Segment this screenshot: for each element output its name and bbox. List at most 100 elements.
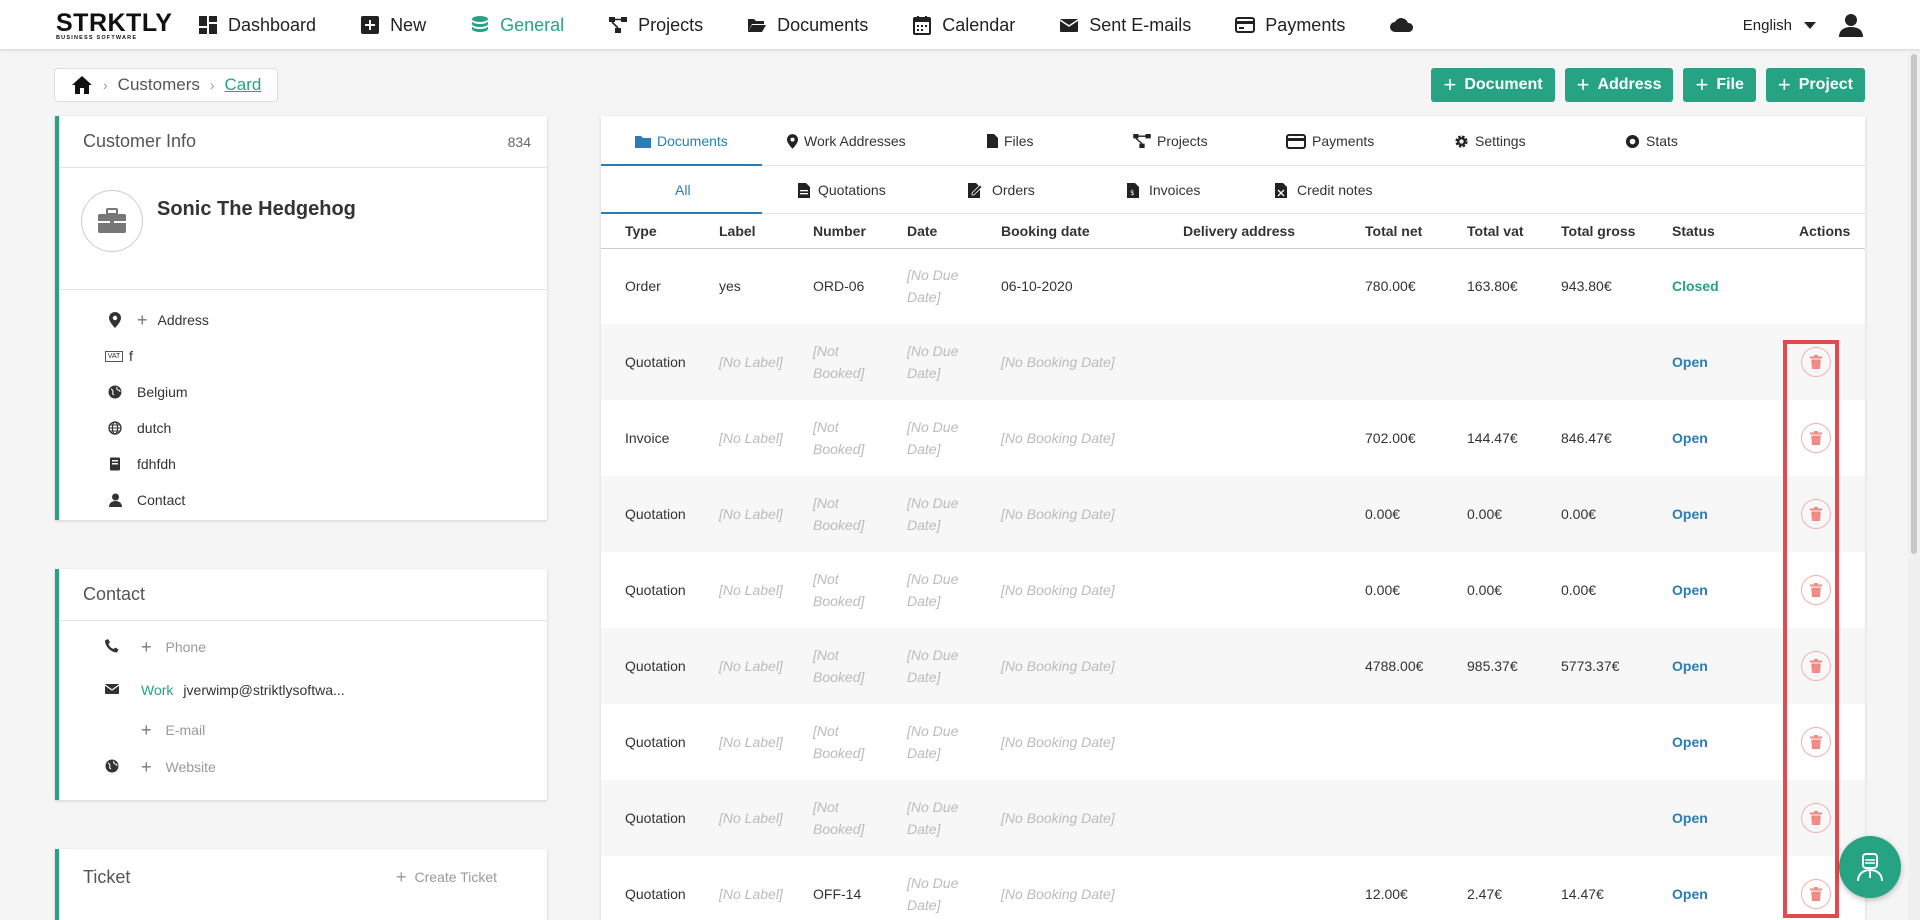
table-row[interactable]: Quotation [No Label] [Not Booked] [No Due D… xyxy=(601,476,1865,552)
active-subtab-indicator xyxy=(601,212,762,214)
delete-document-button[interactable] xyxy=(1801,651,1831,681)
main-tabs: Documents Work Addresses Files Projects … xyxy=(601,116,1865,166)
add-file-button[interactable]: + File xyxy=(1683,68,1756,102)
status-badge: Open xyxy=(1648,476,1767,552)
tab-documents[interactable]: Documents xyxy=(635,116,728,166)
nav-new[interactable]: New xyxy=(360,15,426,36)
table-row[interactable]: Order yes ORD-06 [No Due Date] 06-10-2020 780… xyxy=(601,248,1865,324)
column-header-total-gross[interactable]: Total gross xyxy=(1537,214,1648,249)
home-icon[interactable] xyxy=(71,75,93,95)
vat-number: f xyxy=(129,348,133,364)
column-header-label[interactable]: Label xyxy=(695,214,789,249)
delete-document-button[interactable] xyxy=(1801,803,1831,833)
add-email-link[interactable]: E-mail xyxy=(166,722,206,738)
subtab-orders[interactable]: Orders xyxy=(968,166,1035,214)
user-icon[interactable] xyxy=(1838,12,1864,38)
table-row[interactable]: Invoice [No Label] [Not Booked] [No Due Dat… xyxy=(601,400,1865,476)
nav-calendar[interactable]: Calendar xyxy=(912,15,1015,36)
address-row[interactable]: + Address xyxy=(59,302,547,338)
nav-general[interactable]: General xyxy=(470,15,564,36)
nav-cloud[interactable] xyxy=(1389,15,1425,35)
email-value[interactable]: jverwimp@striktlysoftwa... xyxy=(183,682,344,698)
tab-work-addresses[interactable]: Work Addresses xyxy=(787,116,906,166)
nav-payments[interactable]: Payments xyxy=(1235,15,1345,36)
delete-document-button[interactable] xyxy=(1801,423,1831,453)
trash-icon xyxy=(1810,355,1822,369)
contact-row[interactable]: Contact xyxy=(59,482,547,518)
subtab-credit-notes[interactable]: Credit notes xyxy=(1275,166,1372,214)
add-address-link[interactable]: Address xyxy=(158,312,209,328)
add-email-row[interactable]: + E-mail xyxy=(59,713,547,747)
delete-document-button[interactable] xyxy=(1801,727,1831,757)
breadcrumb-card[interactable]: Card xyxy=(225,75,262,95)
website-row[interactable]: + Website xyxy=(59,747,547,787)
caret-down-icon[interactable] xyxy=(1804,21,1816,29)
scrollbar-thumb[interactable] xyxy=(1911,54,1917,554)
cell-label: [No Label] xyxy=(695,324,789,400)
documents-table-body: Order yes ORD-06 [No Due Date] 06-10-2020 780… xyxy=(601,248,1865,920)
cell-date: [No Due Date] xyxy=(907,267,959,306)
plus-icon: + xyxy=(1576,72,1590,97)
delete-document-button[interactable] xyxy=(1801,575,1831,605)
table-row[interactable]: Quotation [No Label] OFF-14 [No Due Date] [N… xyxy=(601,856,1865,920)
table-row[interactable]: Quotation [No Label] [Not Booked] [No Due D… xyxy=(601,324,1865,400)
customer-header: Sonic The Hedgehog xyxy=(59,168,547,290)
add-website-link[interactable]: Website xyxy=(166,759,216,775)
add-address-button[interactable]: + Address xyxy=(1564,68,1674,102)
support-chat-button[interactable] xyxy=(1839,836,1901,898)
nav-sent-emails[interactable]: Sent E-mails xyxy=(1059,15,1191,36)
tab-settings[interactable]: Settings xyxy=(1454,116,1526,166)
cell-gross xyxy=(1537,780,1648,856)
subtab-invoices[interactable]: $ Invoices xyxy=(1127,166,1200,214)
logo-text: STRKTLY xyxy=(56,9,173,37)
column-header-total-vat[interactable]: Total vat xyxy=(1443,214,1537,249)
page-scrollbar[interactable] xyxy=(1908,52,1920,920)
table-row[interactable]: Quotation [No Label] [Not Booked] [No Due D… xyxy=(601,552,1865,628)
add-phone-link[interactable]: Phone xyxy=(166,639,206,655)
table-row[interactable]: Quotation [No Label] [Not Booked] [No Due D… xyxy=(601,780,1865,856)
delete-document-button[interactable] xyxy=(1801,879,1831,909)
table-row[interactable]: Quotation [No Label] [Not Booked] [No Due D… xyxy=(601,628,1865,704)
tab-stats[interactable]: Stats xyxy=(1625,116,1678,166)
column-header-number[interactable]: Number xyxy=(789,214,883,249)
tab-payments[interactable]: Payments xyxy=(1286,116,1374,166)
language-selector[interactable]: English xyxy=(1743,17,1792,34)
delete-document-button[interactable] xyxy=(1801,347,1831,377)
email-row[interactable]: Work jverwimp@striktlysoftwa... xyxy=(59,667,547,713)
column-header-booking-date[interactable]: Booking date xyxy=(977,214,1159,249)
cell-gross xyxy=(1537,704,1648,780)
column-header-status[interactable]: Status xyxy=(1648,214,1767,249)
subtab-all[interactable]: All xyxy=(675,166,691,214)
chevron-right-icon: › xyxy=(209,77,215,93)
cell-date: [No Due Date] xyxy=(907,723,959,761)
cell-type: Invoice xyxy=(625,430,670,446)
cell-number: [Not Booked] xyxy=(813,571,865,609)
file-signature-icon xyxy=(968,182,984,198)
cell-number: [Not Booked] xyxy=(789,476,883,552)
add-file-label: File xyxy=(1716,76,1744,93)
add-document-button[interactable]: + Document xyxy=(1431,68,1555,102)
nav-documents[interactable]: Documents xyxy=(747,15,868,36)
cell-booking: [No Booking Date] xyxy=(1001,734,1115,750)
nav-dashboard[interactable]: Dashboard xyxy=(198,15,316,36)
create-ticket-button[interactable]: + Create Ticket xyxy=(396,867,497,888)
column-header-total-net[interactable]: Total net xyxy=(1341,214,1443,249)
delete-document-button[interactable] xyxy=(1801,499,1831,529)
nav-projects[interactable]: Projects xyxy=(608,15,703,36)
customer-number: 834 xyxy=(507,133,531,150)
cell-label: [No Label] xyxy=(695,476,789,552)
phone-row[interactable]: + Phone xyxy=(59,627,547,667)
strktly-logo[interactable]: STRKTLY BUSINESS SOFTWARE xyxy=(56,9,173,44)
column-header-type[interactable]: Type xyxy=(601,214,695,249)
nav-sent-emails-label: Sent E-mails xyxy=(1089,14,1192,35)
subtab-quotations[interactable]: Quotations xyxy=(798,166,886,214)
add-project-button[interactable]: + Project xyxy=(1765,68,1865,102)
column-header-delivery-address[interactable]: Delivery address xyxy=(1159,214,1341,249)
breadcrumb-customers[interactable]: Customers xyxy=(118,75,200,95)
tab-files[interactable]: Files xyxy=(987,116,1034,166)
language-value: dutch xyxy=(137,420,172,436)
table-row[interactable]: Quotation [No Label] [Not Booked] [No Due D… xyxy=(601,704,1865,780)
tab-projects[interactable]: Projects xyxy=(1133,116,1208,166)
contact-link[interactable]: Contact xyxy=(137,492,185,508)
column-header-date[interactable]: Date xyxy=(883,214,977,249)
